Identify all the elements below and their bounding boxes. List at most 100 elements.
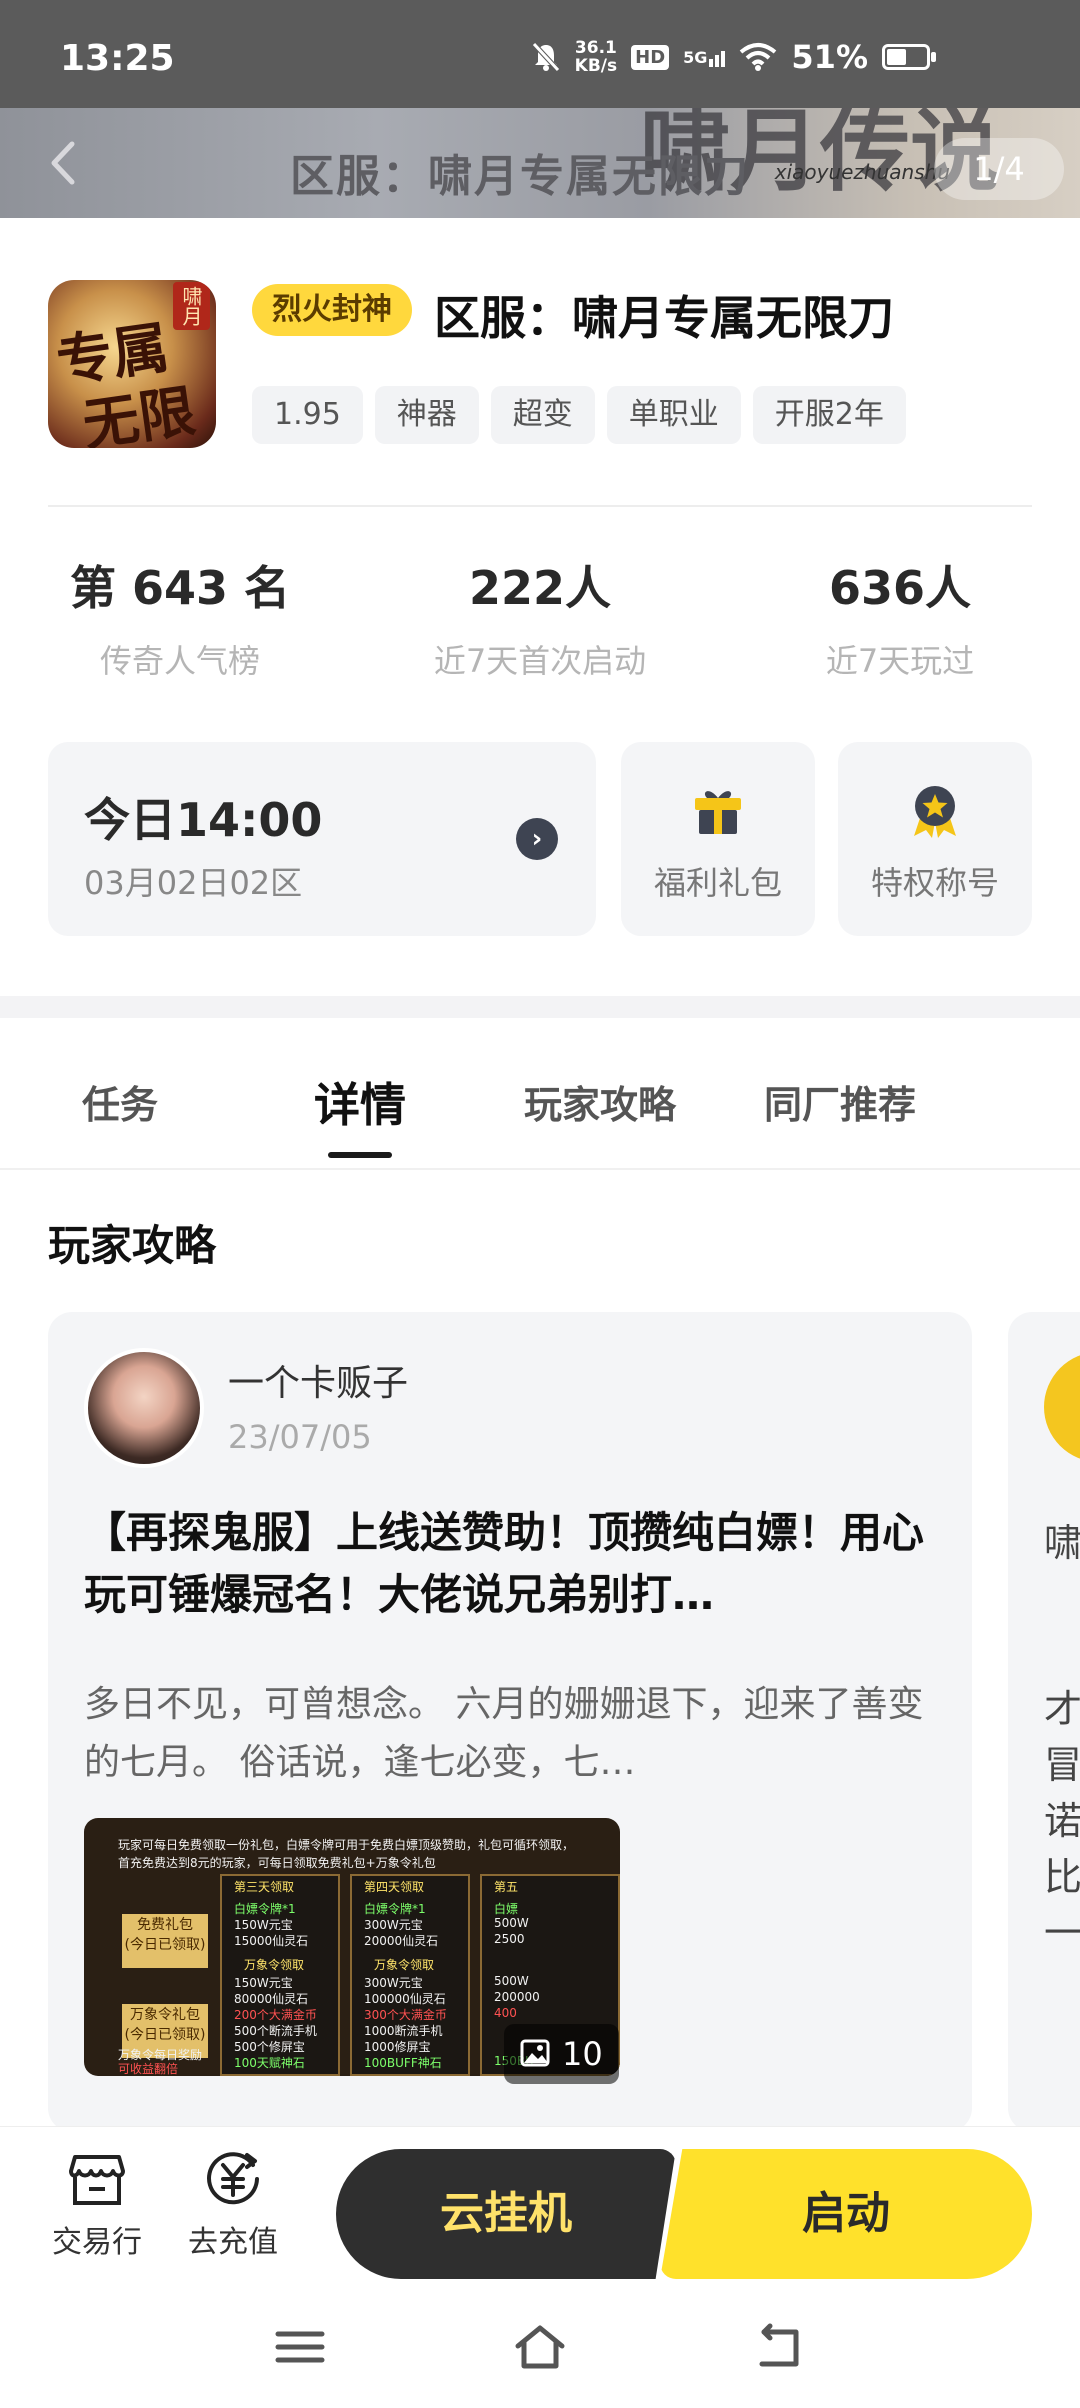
trade-button[interactable]: 交易行: [42, 2147, 152, 2261]
privilege-title-button[interactable]: 特权称号: [838, 742, 1032, 936]
thumb-text: 1000断流手机: [364, 2024, 443, 2038]
next-card-text: 比: [1044, 1855, 1080, 1899]
stat-first-launch: 222人 近7天首次启动: [360, 552, 720, 682]
thumb-text: 1000修屏宝: [364, 2040, 431, 2054]
thumb-text: 20000仙灵石: [364, 1934, 439, 1948]
banner[interactable]: 啸月传说 xiaoyuezhuanshu 区服：啸月专属无限刀 1/4: [0, 108, 1080, 218]
tag-chip: 超变: [490, 386, 595, 444]
chevron-right-icon: ›: [516, 818, 558, 860]
image-counter: 1/4: [934, 138, 1064, 200]
section-divider: [0, 996, 1080, 1018]
divider: [48, 505, 1032, 507]
thumb-text: 100BUFF神石: [364, 2056, 442, 2070]
thumb-text: 第三天领取: [234, 1880, 295, 1894]
next-card-text: 才: [1044, 1687, 1080, 1731]
tab-same-publisher[interactable]: 同厂推荐: [720, 1040, 960, 1168]
images-icon: [520, 2039, 550, 2067]
post-date: 23/07/05: [228, 1418, 372, 1456]
stats-row: 第 643 名 传奇人气榜 222人 近7天首次启动 636人 近7天玩过: [0, 552, 1080, 682]
thumb-text: 玩家可每日免费领取一份礼包，白嫖令牌可用于免费白嫖顶级赞助，礼包可循环领取，: [118, 1838, 575, 1852]
thumb-text: 第五: [494, 1880, 519, 1894]
thumb-text: 万象令礼包: [130, 2007, 200, 2023]
guide-card-next[interactable]: 啸 才 冒 诺 比 一: [1008, 1312, 1080, 2132]
tab-details[interactable]: 详情: [240, 1040, 480, 1168]
thumb-text: 300W元宝: [364, 1976, 423, 1990]
net-speed-value: 36.1: [574, 38, 617, 58]
menu-icon[interactable]: [272, 2322, 328, 2372]
thumb-text: 200000: [494, 1990, 540, 2004]
battery-percent: 51%: [791, 38, 868, 76]
thumb-free-pack: 免费礼包 (今日已领取): [122, 1914, 208, 1968]
start-button[interactable]: 启动: [660, 2149, 1032, 2279]
next-card-text: 啸: [1044, 1521, 1080, 1565]
tab-bar: 任务 详情 玩家攻略 同厂推荐: [0, 1040, 1080, 1170]
game-tags: 1.95 神器 超变 单职业 开服2年: [252, 386, 906, 444]
hd-icon: HD: [631, 44, 670, 70]
next-card-text: 冒: [1044, 1743, 1080, 1787]
home-icon[interactable]: [512, 2322, 568, 2372]
thumb-text: 白嫖: [494, 1902, 519, 1916]
thumb-text: 150W元宝: [234, 1976, 293, 1990]
recharge-label: 去充值: [188, 2225, 278, 2260]
next-card-text: 一: [1044, 1911, 1080, 1955]
thumb-text: 200个大满金币: [234, 2008, 317, 2022]
stat-value: 222人: [468, 561, 612, 615]
tab-player-guides[interactable]: 玩家攻略: [480, 1040, 720, 1168]
image-count-badge: 10: [504, 2024, 619, 2084]
tag-chip: 单职业: [606, 386, 741, 444]
stat-rank[interactable]: 第 643 名 传奇人气榜: [0, 552, 360, 682]
thumb-text: 白嫖令牌*1: [234, 1902, 296, 1916]
gift-pack-button[interactable]: 福利礼包: [621, 742, 815, 936]
thumb-text: 500W: [494, 1974, 529, 1988]
recharge-button[interactable]: 去充值: [178, 2147, 288, 2261]
avatar[interactable]: [84, 1348, 204, 1468]
guide-card[interactable]: 一个卡贩子 23/07/05 【再探鬼服】上线送赞助！顶攒纯白嫖！用心玩可锤爆冠…: [48, 1312, 972, 2132]
schedule-time: 今日14:00: [84, 793, 323, 847]
thumb-text: 白嫖令牌*1: [364, 1902, 426, 1916]
cloud-idle-button[interactable]: 云挂机: [336, 2149, 676, 2279]
thumb-text: 免费礼包: [137, 1917, 193, 1933]
thumb-text: (今日已领取): [124, 1937, 206, 1953]
status-time: 13:25: [60, 38, 175, 79]
next-card-text: 诺: [1044, 1799, 1080, 1843]
tag-chip: 1.95: [252, 386, 363, 444]
gift-pack-label: 福利礼包: [653, 864, 782, 902]
game-title: 区服：啸月专属无限刀: [434, 291, 894, 345]
back-arrow-icon[interactable]: [40, 138, 90, 188]
thumb-text: 15000仙灵石: [234, 1934, 309, 1948]
section-title: 玩家攻略: [48, 1221, 217, 1270]
article-headline: 【再探鬼服】上线送赞助！顶攒纯白嫖！用心玩可锤爆冠名！大佬说兄弟别打…: [84, 1508, 925, 1619]
net-speed-unit: KB/s: [574, 56, 618, 76]
status-icons: 36.1 KB/s HD 5G 51%: [531, 38, 936, 76]
stat-label: 近7天首次启动: [433, 642, 647, 680]
tab-tasks[interactable]: 任务: [0, 1040, 240, 1168]
game-icon: 专属 无限刀 啸月: [48, 280, 216, 448]
back-icon[interactable]: [752, 2322, 808, 2372]
article-excerpt: 多日不见，可曾想念。 六月的姗姗退下，迎来了善变的七月。 俗话说，逢七必变，七…: [84, 1684, 924, 1783]
thumb-text: 首充免费达到8元的玩家，可每日领取免费礼包+万象令礼包: [118, 1856, 436, 1870]
server-schedule-card[interactable]: 今日14:00 03月02日02区 ›: [48, 742, 596, 936]
star-medal-icon: [914, 786, 956, 838]
mute-bell-icon: [531, 42, 560, 72]
schedule-server: 03月02日02区: [84, 864, 303, 902]
thumb-text: 500个修屏宝: [234, 2040, 305, 2054]
thumb-text: 2500: [494, 1932, 525, 1946]
thumb-text: 150W元宝: [234, 1918, 293, 1932]
stat-label: 传奇人气榜: [99, 642, 260, 680]
thumb-text: 万象令领取: [244, 1958, 305, 1972]
stat-value: 636人: [828, 561, 972, 615]
thumb-text: 500个断流手机: [234, 2024, 317, 2038]
thumb-text: 100天赋神石: [234, 2056, 305, 2070]
tag-chip: 神器: [374, 386, 479, 444]
status-bar: 13:25 36.1 KB/s HD 5G 51%: [0, 0, 1080, 108]
stat-played: 636人 近7天玩过: [720, 552, 1080, 682]
game-icon-tag: 啸月: [173, 282, 210, 330]
thumb-text: 第四天领取: [364, 1880, 425, 1894]
banner-title: 区服：啸月专属无限刀: [290, 151, 750, 202]
network-type: 5G: [683, 47, 708, 67]
bottom-action-bar: 交易行 去充值 云挂机 启动: [0, 2126, 1080, 2286]
thumb-text: 万象令领取: [374, 1958, 435, 1972]
thumb-text: 400: [494, 2006, 517, 2020]
avatar[interactable]: [1044, 1352, 1080, 1462]
gift-icon: [695, 791, 741, 834]
